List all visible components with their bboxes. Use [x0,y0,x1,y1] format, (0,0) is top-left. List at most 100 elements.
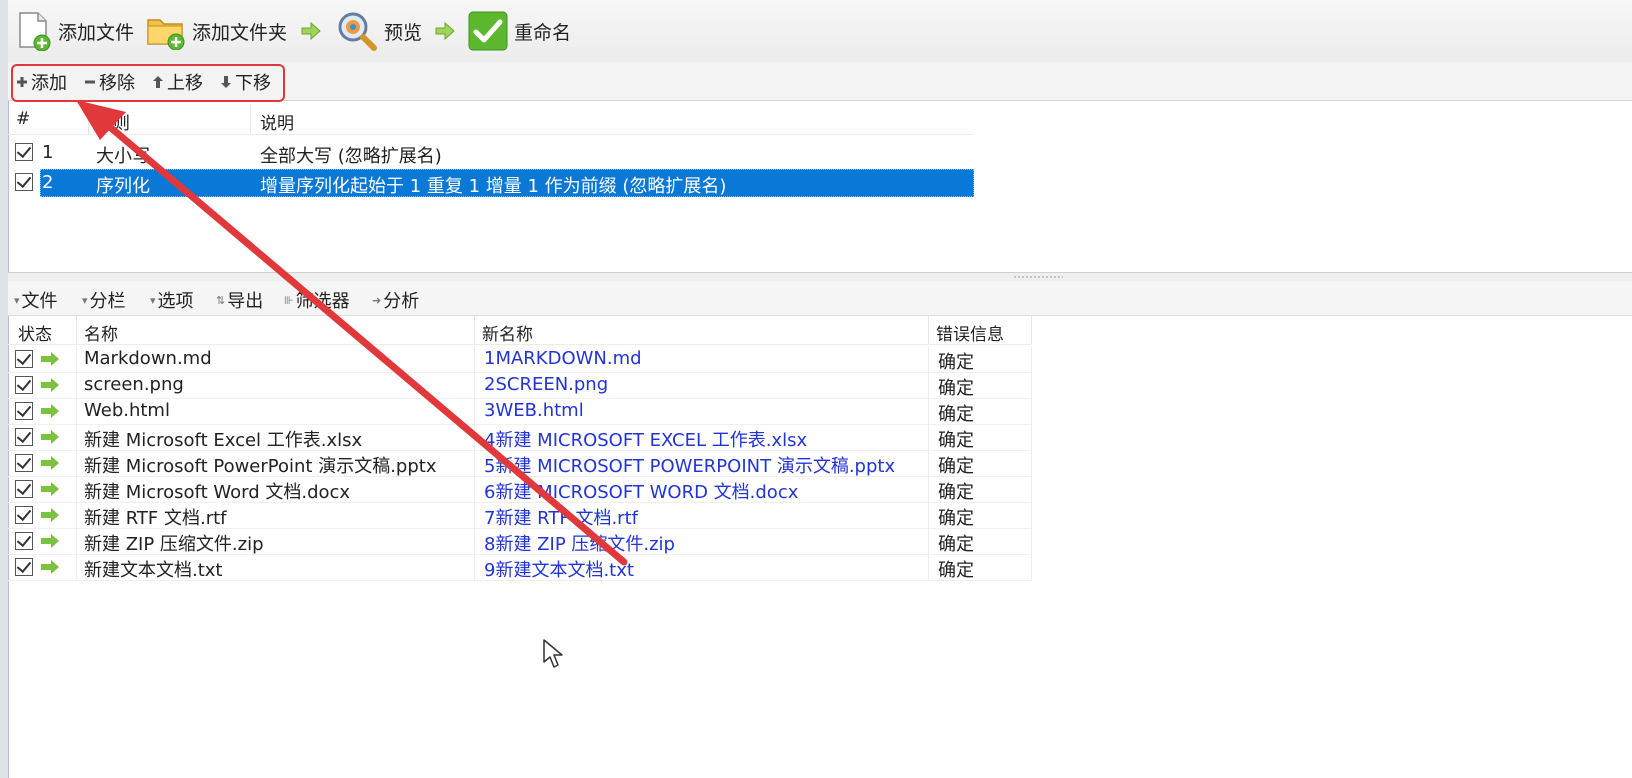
add-files-button[interactable]: 添加文件 [16,9,134,53]
splitter-grip[interactable] [1013,276,1063,278]
rule-index: 1 [42,142,54,163]
status-arrow-icon [41,430,59,444]
plus-icon [17,77,27,87]
rule-description: 全部大写 (忽略扩展名) [260,146,442,167]
file-name: 新建 ZIP 压缩文件.zip [84,534,264,555]
file-checkbox[interactable] [15,506,33,524]
header-description[interactable]: 说明 [260,109,294,134]
rule-row-selected[interactable]: 2 序列化 增量序列化起始于 1 重复 1 增量 1 作为前缀 (忽略扩展名) [8,169,974,197]
file-new-name: 8新建 ZIP 压缩文件.zip [484,534,675,555]
file-error: 确定 [938,430,974,451]
file-checkbox[interactable] [15,532,33,550]
preview-label: 预览 [384,21,423,44]
rule-checkbox[interactable] [15,173,33,191]
file-checkbox[interactable] [15,558,33,576]
column-divider[interactable] [1031,316,1032,344]
options-menu-button[interactable]: ▾ 选项 [150,287,194,313]
column-divider [928,450,929,476]
column-divider [1031,502,1032,528]
file-new-name: 9新建文本文档.txt [484,560,634,581]
header-rule[interactable]: 规则 [96,109,130,134]
rules-table-header: # 规则 说明 [8,104,974,135]
export-menu-button[interactable]: ⇅ 导出 [216,287,263,313]
column-divider [76,398,77,424]
header-name[interactable]: 名称 [84,320,118,345]
column-divider[interactable] [76,316,77,344]
column-divider [474,554,475,580]
files-table-header: 状态 名称 新名称 错误信息 [8,316,1032,345]
file-new-name: 5新建 MICROSOFT POWERPOINT 演示文稿.pptx [484,456,896,477]
rule-row[interactable]: 1 大小写 全部大写 (忽略扩展名) [8,139,974,167]
remove-rule-button[interactable]: 移除 [84,71,135,94]
file-row[interactable]: 新建 ZIP 压缩文件.zip 8新建 ZIP 压缩文件.zip 确定 [8,528,1032,555]
mouse-cursor-icon [543,639,563,668]
main-toolbar: 添加文件 添加文件夹 预览 重命名 [8,0,1632,63]
column-divider[interactable] [250,104,251,134]
status-arrow-icon [41,482,59,496]
rename-button[interactable]: 重命名 [468,9,571,53]
preview-button[interactable]: 预览 [336,9,422,53]
column-divider[interactable] [88,104,89,134]
arrow-down-icon [221,76,231,88]
header-state[interactable]: 状态 [18,320,52,345]
options-menu-label: 选项 [157,291,194,312]
analyze-menu-button[interactable]: ➜ 分析 [372,287,419,313]
file-checkbox[interactable] [15,402,33,420]
move-down-button[interactable]: 下移 [220,71,271,94]
columns-menu-button[interactable]: ▾ 分栏 [82,287,126,313]
magnifier-icon [338,12,377,51]
filter-menu-label: 筛选器 [295,291,350,312]
file-row[interactable]: Markdown.md 1MARKDOWN.md 确定 [8,346,1032,373]
file-new-name: 7新建 RTF 文档.rtf [484,508,638,529]
updown-icon: ⇅ [216,293,226,307]
file-checkbox[interactable] [15,454,33,472]
column-divider [474,398,475,424]
file-row[interactable]: 新建 Microsoft PowerPoint 演示文稿.pptx 5新建 MI… [8,450,1032,477]
column-divider [474,424,475,450]
header-error[interactable]: 错误信息 [936,320,1004,345]
filter-menu-button[interactable]: ⊪ 筛选器 [284,287,350,313]
file-checkbox[interactable] [15,376,33,394]
move-up-label: 上移 [167,73,203,94]
file-checkbox[interactable] [15,350,33,368]
column-divider [1031,554,1032,580]
status-arrow-icon [41,404,59,418]
add-rule-button[interactable]: 添加 [16,71,67,94]
column-divider[interactable] [474,316,475,344]
add-files-label: 添加文件 [58,21,135,44]
file-name: screen.png [84,374,184,395]
file-row[interactable]: 新建 Microsoft Excel 工作表.xlsx 4新建 MICROSOF… [8,424,1032,451]
column-divider [76,502,77,528]
column-divider [928,554,929,580]
file-row[interactable]: 新建文本文档.txt 9新建文本文档.txt 确定 [8,554,1032,581]
arrow-right-icon [435,22,455,40]
file-error: 确定 [938,404,974,425]
file-checkbox[interactable] [15,480,33,498]
files-menu-button[interactable]: ▾ 文件 [14,287,58,313]
file-name: Web.html [84,400,170,421]
column-divider [1031,398,1032,424]
file-error: 确定 [938,378,974,399]
header-new-name[interactable]: 新名称 [482,320,533,345]
file-name: 新建 Microsoft PowerPoint 演示文稿.pptx [84,456,437,477]
minus-icon [85,80,95,84]
file-checkbox[interactable] [15,428,33,446]
add-folders-button[interactable]: 添加文件夹 [146,9,287,53]
folder-add-icon [147,19,185,50]
header-index[interactable]: # [16,109,30,129]
add-folders-label: 添加文件夹 [192,21,288,44]
column-divider [474,372,475,398]
file-new-name: 2SCREEN.png [484,374,609,395]
file-row[interactable]: Web.html 3WEB.html 确定 [8,398,1032,425]
column-divider [928,398,929,424]
rule-checkbox[interactable] [15,143,33,161]
file-error: 确定 [938,508,974,529]
file-row[interactable]: 新建 Microsoft Word 文档.docx 6新建 MICROSOFT … [8,476,1032,503]
files-menu-label: 文件 [21,291,58,312]
file-row[interactable]: screen.png 2SCREEN.png 确定 [8,372,1032,399]
file-row[interactable]: 新建 RTF 文档.rtf 7新建 RTF 文档.rtf 确定 [8,502,1032,529]
column-divider [76,424,77,450]
column-divider[interactable] [928,316,929,344]
file-add-icon [19,12,51,51]
move-up-button[interactable]: 上移 [152,71,203,94]
